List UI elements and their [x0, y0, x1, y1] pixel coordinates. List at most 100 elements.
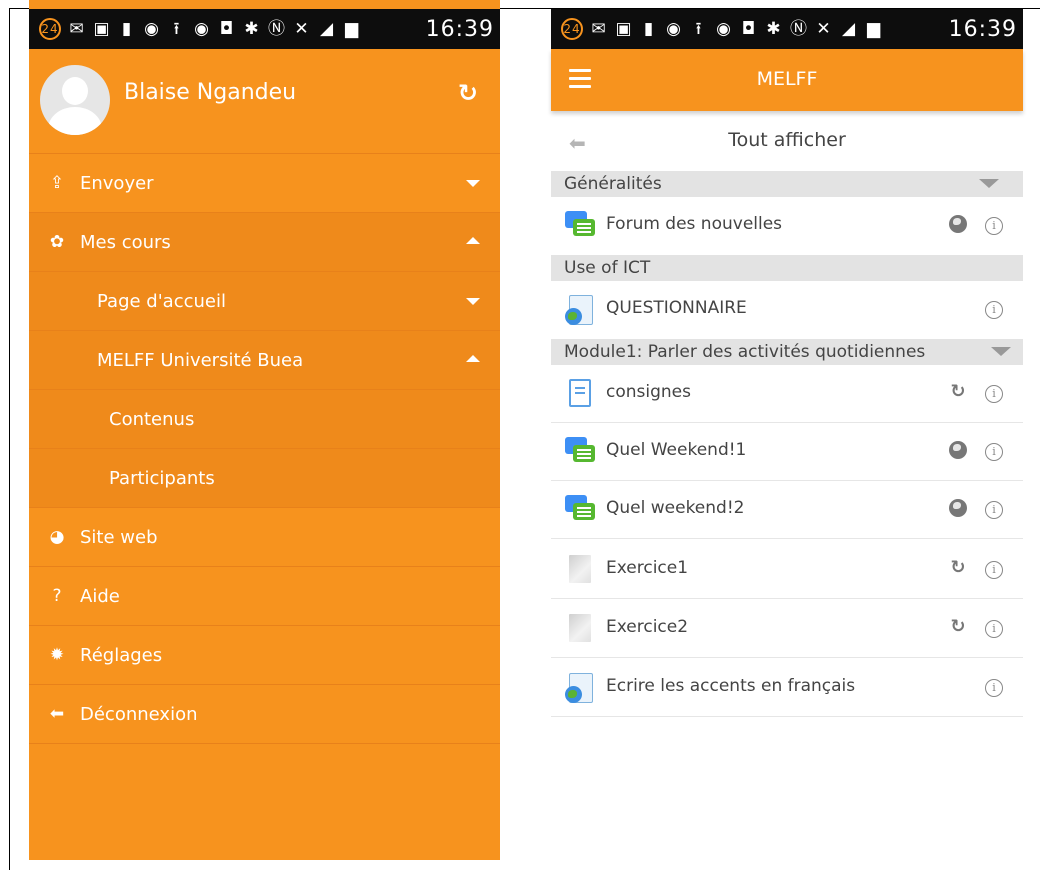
chevron-up-icon [466, 237, 480, 244]
refresh-icon[interactable]: ↻ [949, 618, 967, 636]
drawer-menu: ⇪ Envoyer ✿ Mes cours Page d'accueil MEL… [29, 154, 500, 744]
activity-questionnaire[interactable]: QUESTIONNAIRE i [551, 281, 1023, 339]
avatar-head [62, 77, 88, 105]
info-icon[interactable]: i [985, 385, 1003, 403]
info-icon[interactable]: i [985, 561, 1003, 579]
nav-title[interactable]: Tout afficher [551, 129, 1023, 151]
activity-label: QUESTIONNAIRE [606, 298, 747, 318]
section-title: Use of ICT [564, 258, 651, 278]
activity-label: consignes [606, 382, 691, 402]
globe-icon[interactable] [949, 499, 967, 517]
image-icon: ▣ [93, 19, 111, 39]
section-header[interactable]: Use of ICT [551, 255, 1023, 281]
course-screen: 24 ✉ ▣ ▮ ◉ ⭱ ◉ ◘ ✱ Ⓝ ✕ ◢ ▆ 16:39 MELFF ⬅… [551, 9, 1023, 870]
info-icon[interactable]: i [985, 443, 1003, 461]
drawer-item-label: Réglages [80, 644, 163, 666]
info-icon[interactable]: i [985, 301, 1003, 319]
drawer-item-label: Envoyer [80, 172, 154, 194]
globe-icon[interactable] [949, 215, 967, 233]
notification-count-badge: 24 [39, 18, 61, 40]
drawer-item-reglages[interactable]: ✹ Réglages [29, 626, 500, 685]
section-header[interactable]: Généralités [551, 171, 1023, 197]
nfc-icon: Ⓝ [790, 19, 808, 39]
drawer-item-label: Participants [109, 467, 215, 489]
app-icon: ◉ [194, 19, 210, 39]
refresh-icon[interactable]: ↻ [949, 559, 967, 577]
activity-quel-weekend-1[interactable]: Quel Weekend!1 i [551, 423, 1023, 481]
gear-icon: ✹ [49, 645, 65, 665]
drawer-item-page-accueil[interactable]: Page d'accueil [29, 272, 500, 331]
section-nav: ⬅ Tout afficher [551, 121, 1023, 165]
upload-icon: ⭱ [173, 19, 181, 39]
forum-icon [565, 437, 595, 467]
activity-ecrire-les-accents[interactable]: Ecrire les accents en français i [551, 659, 1023, 717]
globe-icon[interactable] [949, 441, 967, 459]
drawer-item-melff-universite-buea[interactable]: MELFF Université Buea [29, 331, 500, 390]
help-icon: ? [52, 586, 62, 606]
info-icon[interactable]: i [985, 620, 1003, 638]
signal-icon: ◢ [319, 19, 335, 39]
battery-icon: ▆ [344, 19, 360, 39]
app-title: MELFF [756, 68, 818, 90]
section-title: Généralités [564, 174, 662, 194]
drawer-item-envoyer[interactable]: ⇪ Envoyer [29, 154, 500, 213]
activity-label: Exercice2 [606, 617, 689, 637]
info-icon[interactable]: i [985, 679, 1003, 697]
quiz-icon [565, 295, 595, 325]
nfc-icon: Ⓝ [268, 19, 286, 39]
app-icon: ◉ [144, 19, 160, 39]
drawer-item-mes-cours[interactable]: ✿ Mes cours [29, 213, 500, 272]
chevron-down-icon [466, 298, 480, 305]
image-icon: ▣ [615, 19, 633, 39]
upload-icon: ⭱ [695, 19, 703, 39]
drawer-item-aide[interactable]: ? Aide [29, 567, 500, 626]
drawer-item-label: Aide [80, 585, 120, 607]
file-icon [565, 614, 595, 644]
activity-consignes[interactable]: consignes ↻ i [551, 365, 1023, 423]
file-icon [565, 555, 595, 585]
status-bar: 24 ✉ ▣ ▮ ◉ ⭱ ◉ ◘ ✱ Ⓝ ✕ ◢ ▆ 16:39 [29, 9, 500, 49]
signal-icon: ◢ [841, 19, 857, 39]
courses-icon: ✿ [49, 232, 65, 252]
frame-border [9, 8, 10, 870]
activity-exercice1[interactable]: Exercice1 ↻ i [551, 541, 1023, 599]
notification-count-badge: 24 [561, 18, 583, 40]
drawer-item-label: Site web [80, 526, 158, 548]
drawer-item-label: Déconnexion [80, 703, 198, 725]
section-header[interactable]: Module1: Parler des activités quotidienn… [551, 339, 1023, 365]
chevron-down-icon [466, 180, 480, 187]
drawer-item-deconnexion[interactable]: ⬅ Déconnexion [29, 685, 500, 744]
status-bar: 24 ✉ ▣ ▮ ◉ ⭱ ◉ ◘ ✱ Ⓝ ✕ ◢ ▆ 16:39 [551, 9, 1023, 49]
battery-icon: ▆ [866, 19, 882, 39]
camera-icon: ◘ [219, 19, 235, 39]
avatar[interactable] [40, 65, 110, 135]
drawer-item-participants[interactable]: Participants [29, 449, 500, 508]
drawer-item-label: Contenus [109, 408, 195, 430]
activity-exercice2[interactable]: Exercice2 ↻ i [551, 600, 1023, 658]
activity-forum-des-nouvelles[interactable]: Forum des nouvelles i [551, 197, 1023, 255]
app-icon: ◉ [666, 19, 682, 39]
activity-label: Quel Weekend!1 [606, 440, 747, 460]
refresh-icon[interactable]: ↻ [458, 79, 478, 107]
mail-icon: ✉ [69, 19, 85, 39]
drawer-item-site-web[interactable]: ◕ Site web [29, 508, 500, 567]
refresh-icon[interactable]: ↻ [949, 383, 967, 401]
info-icon[interactable]: i [985, 501, 1003, 519]
navigation-drawer: 24 ✉ ▣ ▮ ◉ ⭱ ◉ ◘ ✱ Ⓝ ✕ ◢ ▆ 16:39 Blaise … [29, 0, 500, 860]
forum-icon [565, 211, 595, 241]
upload-icon: ⇪ [49, 173, 65, 193]
user-profile: Blaise Ngandeu ↻ [29, 49, 500, 154]
mute-icon: ✕ [294, 19, 310, 39]
activity-quel-weekend-2[interactable]: Quel weekend!2 i [551, 481, 1023, 539]
activity-label: Forum des nouvelles [606, 214, 783, 234]
status-time: 16:39 [425, 16, 494, 42]
status-time: 16:39 [948, 16, 1017, 42]
info-icon[interactable]: i [985, 217, 1003, 235]
drawer-item-label: Mes cours [80, 231, 171, 253]
drawer-item-label: Page d'accueil [97, 290, 226, 312]
globe-icon: ◕ [49, 527, 65, 547]
arrow-left-icon: ⬅ [49, 704, 65, 724]
mail-icon: ✉ [591, 19, 607, 39]
activity-label: Quel weekend!2 [606, 498, 745, 518]
drawer-item-contenus[interactable]: Contenus [29, 390, 500, 449]
